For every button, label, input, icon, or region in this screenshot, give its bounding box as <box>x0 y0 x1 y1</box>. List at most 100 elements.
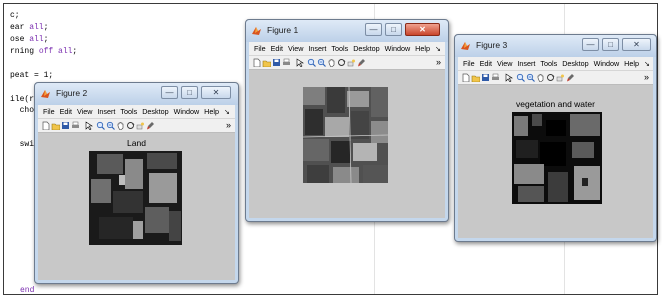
pointer-icon[interactable] <box>295 58 304 67</box>
maximize-button[interactable]: □ <box>602 38 619 51</box>
pan-hand-icon[interactable] <box>327 58 336 67</box>
data-cursor-icon[interactable] <box>347 58 356 67</box>
figure-2-window[interactable]: Figure 2 — □ ✕ File Edit View Insert Tools De… <box>34 82 239 284</box>
open-folder-icon[interactable] <box>262 58 271 67</box>
menu-window[interactable]: Window <box>174 105 200 118</box>
rotate-3d-icon[interactable] <box>337 58 346 67</box>
figure-3-window[interactable]: Figure 3 — □ ✕ File Edit View Insert Tools De… <box>454 34 657 242</box>
zoom-in-icon[interactable] <box>307 58 316 67</box>
open-folder-icon[interactable] <box>471 73 480 82</box>
print-icon[interactable] <box>71 121 80 130</box>
zoom-out-icon[interactable] <box>526 73 535 82</box>
save-icon[interactable] <box>61 121 70 130</box>
pan-hand-icon[interactable] <box>536 73 545 82</box>
toolbar-overflow-icon[interactable]: » <box>644 71 649 84</box>
print-icon[interactable] <box>491 73 500 82</box>
menu-overflow-icon[interactable]: ↘ <box>644 57 650 70</box>
menu-window[interactable]: Window <box>385 42 411 55</box>
vegetation-water-image <box>512 112 602 204</box>
save-icon[interactable] <box>272 58 281 67</box>
new-file-icon[interactable] <box>41 121 50 130</box>
code-line: ear all; <box>10 23 49 32</box>
zoom-in-icon[interactable] <box>96 121 105 130</box>
minimize-button[interactable]: — <box>161 86 178 99</box>
print-icon[interactable] <box>282 58 291 67</box>
new-file-icon[interactable] <box>461 73 470 82</box>
menu-help[interactable]: Help <box>624 57 639 70</box>
pointer-icon[interactable] <box>504 73 513 82</box>
close-button[interactable]: ✕ <box>405 23 440 36</box>
menu-insert[interactable]: Insert <box>517 57 535 70</box>
menu-edit[interactable]: Edit <box>60 105 72 118</box>
menu-overflow-icon[interactable]: ↘ <box>224 105 230 118</box>
menu-overflow-icon[interactable]: ↘ <box>435 42 441 55</box>
menu-insert[interactable]: Insert <box>308 42 326 55</box>
menu-insert[interactable]: Insert <box>97 105 115 118</box>
figure-canvas <box>249 70 445 218</box>
menu-bar: File Edit View Insert Tools Desktop Window Help… <box>458 57 653 70</box>
matlab-logo-icon <box>252 27 261 35</box>
code-line: c; <box>10 11 20 20</box>
land-image <box>89 151 182 245</box>
brush-icon[interactable] <box>566 73 575 82</box>
close-button[interactable]: ✕ <box>622 38 651 51</box>
rotate-3d-icon[interactable] <box>126 121 135 130</box>
zoom-out-icon[interactable] <box>317 58 326 67</box>
code-line: rning off all; <box>10 47 78 56</box>
axes-title: vegetation and water <box>516 99 595 109</box>
menu-file[interactable]: File <box>254 42 266 55</box>
figure-2-titlebar[interactable]: Figure 2 — □ ✕ <box>35 83 238 105</box>
brush-icon[interactable] <box>357 58 366 67</box>
menu-desktop[interactable]: Desktop <box>142 105 168 118</box>
data-cursor-icon[interactable] <box>556 73 565 82</box>
figure-1-window[interactable]: Figure 1 — □ ✕ File Edit View Insert Tools De… <box>245 19 449 222</box>
menu-help[interactable]: Help <box>204 105 219 118</box>
toolbar-overflow-icon[interactable]: » <box>436 56 441 69</box>
code-line: end <box>20 286 35 294</box>
save-icon[interactable] <box>481 73 490 82</box>
data-cursor-icon[interactable] <box>136 121 145 130</box>
menu-edit[interactable]: Edit <box>480 57 492 70</box>
code-line: swi <box>10 140 35 149</box>
menu-file[interactable]: File <box>43 105 55 118</box>
window-title: Figure 3 <box>476 40 508 50</box>
rotate-3d-icon[interactable] <box>546 73 555 82</box>
maximize-button[interactable]: □ <box>385 23 402 36</box>
maximize-button[interactable]: □ <box>181 86 198 99</box>
code-line: ose all; <box>10 35 49 44</box>
menu-help[interactable]: Help <box>415 42 430 55</box>
menu-tools[interactable]: Tools <box>120 105 137 118</box>
close-button[interactable]: ✕ <box>201 86 231 99</box>
menu-tools[interactable]: Tools <box>331 42 348 55</box>
menu-window[interactable]: Window <box>594 57 620 70</box>
zoom-out-icon[interactable] <box>106 121 115 130</box>
figure-1-titlebar[interactable]: Figure 1 — □ ✕ <box>246 20 448 42</box>
toolbar-overflow-icon[interactable]: » <box>226 119 231 132</box>
brush-icon[interactable] <box>146 121 155 130</box>
axes-title: Land <box>127 138 146 148</box>
menu-file[interactable]: File <box>463 57 475 70</box>
menu-tools[interactable]: Tools <box>540 57 557 70</box>
new-file-icon[interactable] <box>252 58 261 67</box>
menu-desktop[interactable]: Desktop <box>562 57 588 70</box>
zoom-in-icon[interactable] <box>516 73 525 82</box>
pan-hand-icon[interactable] <box>116 121 125 130</box>
matlab-logo-icon <box>41 90 50 98</box>
menu-edit[interactable]: Edit <box>271 42 283 55</box>
code-line: cho <box>10 106 35 115</box>
menu-bar: File Edit View Insert Tools Desktop Window Help… <box>249 42 445 55</box>
menu-view[interactable]: View <box>77 105 92 118</box>
figure-3-titlebar[interactable]: Figure 3 — □ ✕ <box>455 35 656 57</box>
window-title: Figure 2 <box>56 88 88 98</box>
code-line: peat = 1; <box>10 71 54 80</box>
matlab-logo-icon <box>461 42 470 50</box>
menu-view[interactable]: View <box>497 57 512 70</box>
menu-view[interactable]: View <box>288 42 303 55</box>
figure-toolbar: » <box>38 118 235 133</box>
figure-canvas: Land <box>38 133 235 280</box>
open-folder-icon[interactable] <box>51 121 60 130</box>
pointer-icon[interactable] <box>84 121 93 130</box>
minimize-button[interactable]: — <box>365 23 382 36</box>
menu-desktop[interactable]: Desktop <box>353 42 379 55</box>
minimize-button[interactable]: — <box>582 38 599 51</box>
